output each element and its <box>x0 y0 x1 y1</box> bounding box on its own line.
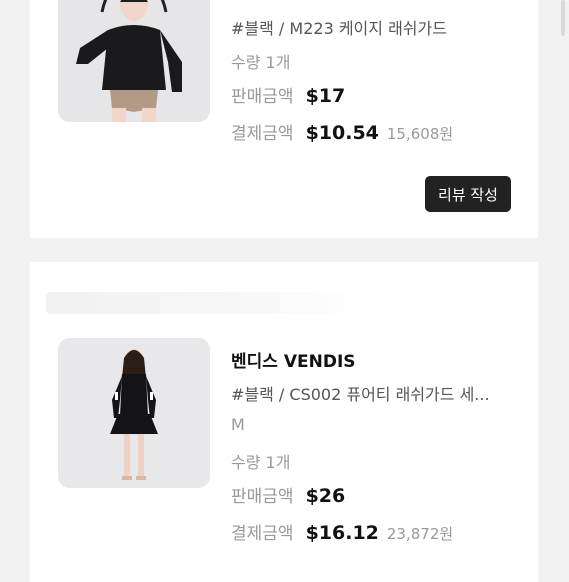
paid-price-label: 결제금액 <box>231 524 294 544</box>
item2-sale-row: 판매금액 $26 <box>231 482 345 507</box>
sale-price-label: 판매금액 <box>231 487 294 507</box>
paid-price-krw: 15,608원 <box>386 125 454 143</box>
paid-price: $10.54 <box>305 122 379 144</box>
item2-size: M <box>231 415 245 434</box>
item2-paid-row: 결제금액 $16.12 23,872원 <box>231 519 453 544</box>
write-review-button[interactable]: 리뷰 작성 <box>425 176 511 212</box>
item2-option: #블랙 / CS002 퓨어티 래쉬가드 세... <box>231 385 490 404</box>
paid-price-label: 결제금액 <box>231 124 294 144</box>
scrollbar[interactable] <box>561 0 565 36</box>
item1-quantity: 수량 1개 <box>231 53 291 72</box>
paid-price: $16.12 <box>305 522 379 544</box>
model-in-black-swimdress-image <box>58 338 210 488</box>
sale-price: $26 <box>305 485 346 507</box>
product-image-1[interactable] <box>58 0 210 122</box>
item1-paid-row: 결제금액 $10.54 15,608원 <box>231 119 453 144</box>
paid-price-krw: 23,872원 <box>386 525 454 543</box>
product-image-2[interactable] <box>58 338 210 488</box>
loading-placeholder-bar <box>46 292 366 314</box>
sale-price-label: 판매금액 <box>231 87 294 107</box>
model-in-black-rashguard-image <box>58 0 210 122</box>
item1-sale-row: 판매금액 $17 <box>231 82 345 107</box>
item2-quantity: 수량 1개 <box>231 453 291 472</box>
item2-brand[interactable]: 벤디스 VENDIS <box>231 347 356 372</box>
sale-price: $17 <box>305 85 346 107</box>
item1-option: #블랙 / M223 케이지 래쉬가드 <box>231 19 447 38</box>
